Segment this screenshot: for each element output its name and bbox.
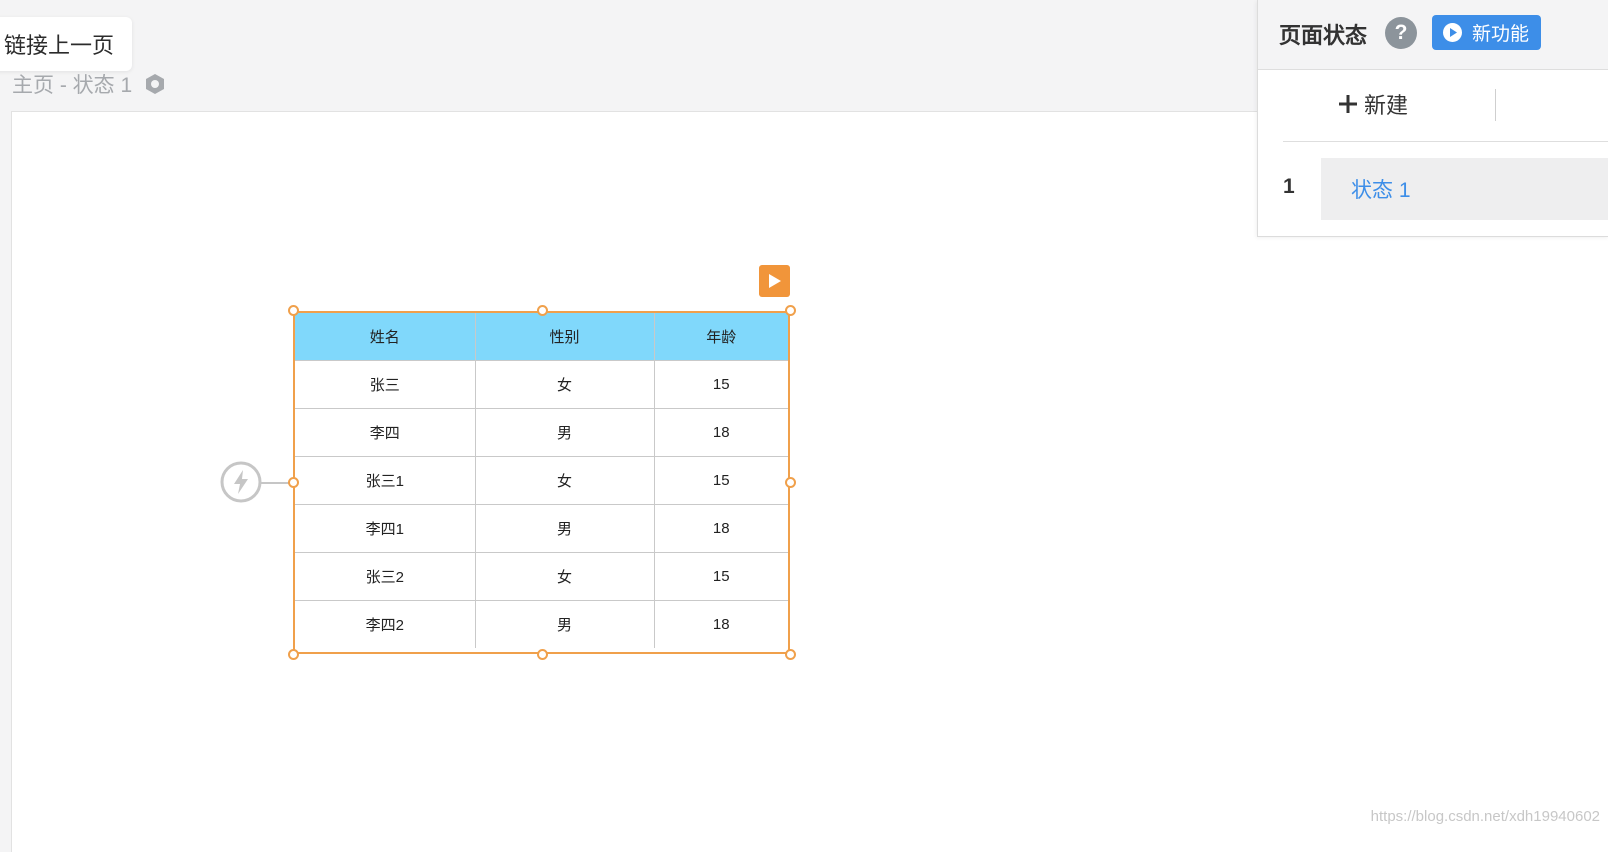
lightning-icon[interactable] — [220, 461, 262, 503]
resize-handle-top-left[interactable] — [288, 305, 299, 316]
new-feature-label: 新功能 — [1472, 24, 1530, 45]
table-row: 张三1 女 15 — [295, 456, 788, 505]
cell-gender[interactable]: 女 — [475, 456, 655, 505]
table-row: 李四2 男 18 — [295, 600, 788, 649]
resize-handle-bottom-right[interactable] — [785, 649, 796, 660]
breadcrumb-text: 主页 - 状态 1 — [12, 74, 133, 97]
question-icon[interactable]: ? — [1385, 17, 1417, 49]
cell-gender[interactable]: 女 — [475, 360, 655, 409]
toolbar-divider — [1495, 89, 1496, 121]
cell-name[interactable]: 张三 — [295, 360, 476, 409]
play-circle-icon — [1443, 23, 1462, 42]
resize-handle-bottom-center[interactable] — [537, 649, 548, 660]
cell-age[interactable]: 15 — [654, 360, 788, 409]
data-table: 姓名 性别 年龄 张三 女 15 李四 男 18 张三1 女 15 李四1 男 … — [295, 313, 788, 648]
header-cell-name[interactable]: 姓名 — [295, 313, 476, 361]
cell-gender[interactable]: 男 — [475, 600, 655, 648]
state-label: 状态 1 — [1351, 179, 1411, 202]
watermark: https://blog.csdn.net/xdh19940602 — [1370, 808, 1600, 825]
header-cell-gender[interactable]: 性别 — [475, 313, 655, 361]
cell-age[interactable]: 18 — [654, 601, 788, 649]
plus-icon — [1339, 95, 1357, 113]
resize-handle-middle-right[interactable] — [785, 477, 796, 488]
prev-page-link[interactable]: 链接上一页 — [0, 17, 132, 71]
cell-gender[interactable]: 男 — [475, 504, 655, 553]
panel-title: 页面状态 — [1279, 23, 1368, 48]
cell-gender[interactable]: 男 — [475, 408, 655, 457]
list-divider — [1283, 141, 1608, 142]
cell-age[interactable]: 18 — [654, 408, 788, 457]
panel-header: 页面状态 ? 新功能 — [1258, 0, 1608, 70]
hexagon-settings-icon[interactable] — [144, 73, 166, 95]
cell-age[interactable]: 15 — [654, 456, 788, 505]
help-label: ? — [1394, 21, 1408, 44]
cell-name[interactable]: 张三2 — [295, 552, 476, 601]
header-cell-age[interactable]: 年龄 — [654, 313, 788, 361]
table-widget[interactable]: 姓名 性别 年龄 张三 女 15 李四 男 18 张三1 女 15 李四1 男 … — [293, 311, 790, 654]
table-row: 张三 女 15 — [295, 360, 788, 409]
cell-name[interactable]: 李四 — [295, 408, 476, 457]
state-item[interactable]: 状态 1 — [1321, 158, 1608, 220]
resize-handle-top-right[interactable] — [785, 305, 796, 316]
cell-name[interactable]: 张三1 — [295, 456, 476, 505]
play-icon — [768, 274, 781, 288]
cell-gender[interactable]: 女 — [475, 552, 655, 601]
table-header-row: 姓名 性别 年龄 — [295, 313, 788, 361]
page-state-panel: 页面状态 ? 新功能 新建 1 状态 1 — [1257, 0, 1608, 237]
cell-name[interactable]: 李四1 — [295, 504, 476, 553]
state-index: 1 — [1283, 175, 1295, 198]
resize-handle-top-center[interactable] — [537, 305, 548, 316]
cell-name[interactable]: 李四2 — [295, 600, 476, 648]
app-root: 链接上一页 主页 - 状态 1 姓名 性别 年龄 张三 女 15 李四 男 18… — [0, 0, 1608, 852]
cell-age[interactable]: 18 — [654, 504, 788, 553]
resize-handle-bottom-left[interactable] — [288, 649, 299, 660]
create-label: 新建 — [1364, 93, 1409, 118]
play-button[interactable] — [759, 265, 790, 297]
prev-page-label: 链接上一页 — [3, 33, 114, 58]
table-row: 张三2 女 15 — [295, 552, 788, 601]
resize-handle-middle-left[interactable] — [288, 477, 299, 488]
create-state-button[interactable]: 新建 — [1338, 88, 1408, 120]
new-feature-button[interactable]: 新功能 — [1432, 15, 1541, 50]
cell-age[interactable]: 15 — [654, 552, 788, 601]
table-row: 李四 男 18 — [295, 408, 788, 457]
breadcrumb: 主页 - 状态 1 — [12, 69, 166, 99]
table-row: 李四1 男 18 — [295, 504, 788, 553]
